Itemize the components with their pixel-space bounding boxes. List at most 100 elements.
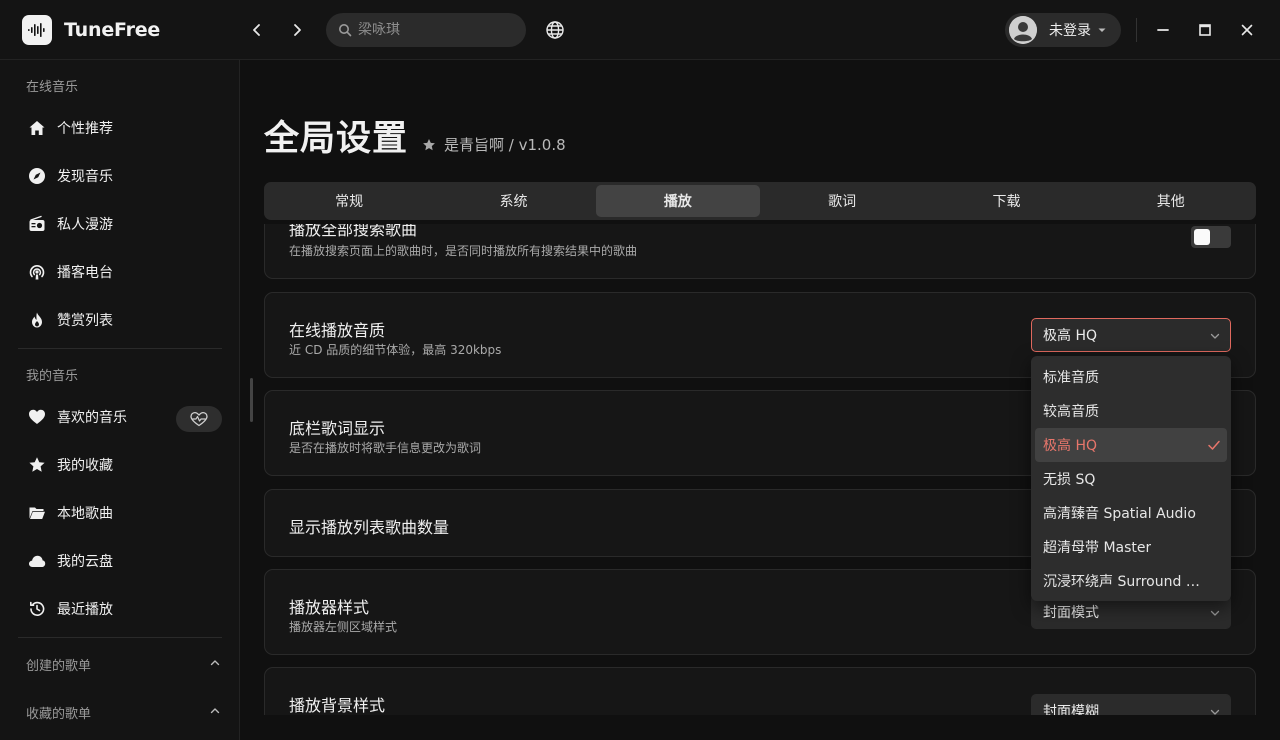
star-icon	[27, 455, 47, 475]
user-menu[interactable]: 未登录	[1005, 13, 1121, 47]
heartbeat-mode-button[interactable]	[176, 406, 222, 432]
sidebar-item-label: 喜欢的音乐	[57, 410, 127, 426]
chevron-right-icon	[290, 23, 304, 37]
tab-system[interactable]: 系统	[431, 185, 595, 217]
setting-desc: 近 CD 品质的细节体验，最高 320kbps	[289, 343, 502, 357]
sidebar-item-appreciation[interactable]: 赞赏列表	[18, 300, 222, 340]
sidebar-item-label: 私人漫游	[57, 217, 113, 233]
search-input[interactable]	[358, 22, 508, 38]
quality-option[interactable]: 沉浸环绕声 Surround Audio	[1035, 564, 1227, 598]
setting-title: 播放全部搜索歌曲	[289, 224, 418, 239]
collected-playlists-toggle[interactable]: 收藏的歌单	[18, 698, 222, 726]
brand[interactable]: TuneFree	[22, 15, 160, 45]
check-icon	[1207, 438, 1221, 452]
option-label: 超清母带 Master	[1043, 540, 1152, 556]
minimize-button[interactable]	[1151, 18, 1175, 42]
sidebar-section-online: 在线音乐	[26, 80, 79, 95]
tab-lyrics[interactable]: 歌词	[760, 185, 924, 217]
setting-title: 播放背景样式	[289, 696, 386, 715]
play-all-search-toggle[interactable]	[1191, 226, 1231, 248]
sidebar-item-local[interactable]: 本地歌曲	[18, 493, 222, 533]
collected-playlists-label: 收藏的歌单	[26, 706, 92, 722]
settings-tabs: 常规 系统 播放 歌词 下载 其他	[264, 182, 1256, 220]
sidebar-item-liked[interactable]: 喜欢的音乐	[18, 397, 168, 437]
setting-play-all-search: 播放全部搜索歌曲 在播放搜索页面上的歌曲时，是否同时播放所有搜索结果中的歌曲	[264, 224, 1256, 279]
sidebar-divider	[18, 637, 222, 638]
minimize-icon	[1156, 23, 1170, 37]
sidebar-item-label: 本地歌曲	[57, 506, 113, 522]
player-bg-select[interactable]: 封面模糊	[1031, 694, 1231, 715]
star-icon	[422, 138, 436, 152]
sidebar: 在线音乐 个性推荐 发现音乐 私人漫游 播客电台 赞赏列表 我的音乐 喜欢的音乐…	[0, 60, 240, 740]
quality-option[interactable]: 较高音质	[1035, 394, 1227, 428]
chevron-down-icon	[1210, 331, 1220, 341]
topbar-divider	[1136, 18, 1137, 42]
online-quality-select[interactable]: 极高 HQ	[1031, 318, 1231, 352]
option-label: 无损 SQ	[1043, 472, 1096, 488]
page-subtitle: 是青旨啊 / v1.0.8	[422, 134, 566, 155]
history-icon	[27, 599, 47, 619]
sidebar-item-recent[interactable]: 最近播放	[18, 589, 222, 629]
toggle-knob	[1194, 229, 1210, 245]
setting-title: 在线播放音质	[289, 321, 386, 340]
setting-desc: 在播放搜索页面上的歌曲时，是否同时播放所有搜索结果中的歌曲	[289, 244, 638, 258]
select-value: 封面模式	[1043, 605, 1099, 621]
sidebar-item-label: 个性推荐	[57, 121, 113, 137]
sidebar-item-discover[interactable]: 发现音乐	[18, 156, 222, 196]
search-icon	[338, 23, 352, 37]
option-label: 较高音质	[1043, 404, 1099, 420]
quality-option[interactable]: 超清母带 Master	[1035, 530, 1227, 564]
heart-icon	[27, 407, 47, 427]
radio-icon	[27, 214, 47, 234]
sidebar-item-label: 发现音乐	[57, 169, 113, 185]
setting-title: 显示播放列表歌曲数量	[289, 518, 450, 537]
sidebar-item-label: 播客电台	[57, 265, 113, 281]
forward-button[interactable]	[285, 18, 309, 42]
search-box[interactable]	[326, 13, 526, 47]
maximize-button[interactable]	[1193, 18, 1217, 42]
quality-option[interactable]: 无损 SQ	[1035, 462, 1227, 496]
tab-playback[interactable]: 播放	[595, 185, 760, 217]
sidebar-item-label: 最近播放	[57, 602, 113, 618]
sidebar-item-recommend[interactable]: 个性推荐	[18, 108, 222, 148]
globe-icon	[545, 20, 565, 40]
sidebar-item-collection[interactable]: 我的收藏	[18, 445, 222, 485]
close-button[interactable]	[1235, 18, 1259, 42]
select-value: 封面模糊	[1043, 704, 1099, 715]
avatar	[1009, 16, 1037, 44]
caret-down-icon	[1097, 25, 1107, 35]
maximize-icon	[1198, 23, 1212, 37]
app-name: TuneFree	[64, 19, 161, 41]
quality-option[interactable]: 高清臻音 Spatial Audio	[1035, 496, 1227, 530]
folder-icon	[27, 503, 47, 523]
setting-title: 底栏歌词显示	[289, 419, 386, 438]
sidebar-item-cloud[interactable]: 我的云盘	[18, 541, 222, 581]
language-button[interactable]	[543, 18, 567, 42]
setting-desc: 是否在播放时将歌手信息更改为歌词	[289, 441, 482, 455]
tab-download[interactable]: 下载	[924, 185, 1088, 217]
option-label: 标准音质	[1043, 370, 1099, 386]
chevron-up-icon	[210, 658, 220, 668]
quality-option[interactable]: 标准音质	[1035, 360, 1227, 394]
tab-general[interactable]: 常规	[267, 185, 431, 217]
podcast-icon	[27, 262, 47, 282]
sidebar-section-mine: 我的音乐	[26, 369, 79, 384]
sidebar-item-fm[interactable]: 私人漫游	[18, 204, 222, 244]
sidebar-item-label: 赞赏列表	[57, 313, 113, 329]
sidebar-item-label: 我的收藏	[57, 458, 113, 474]
user-name: 未登录	[1049, 23, 1091, 39]
chevron-left-icon	[250, 23, 264, 37]
back-button[interactable]	[245, 18, 269, 42]
online-quality-dropdown: 标准音质 较高音质 极高 HQ 无损 SQ 高清臻音 Spatial Audio…	[1031, 356, 1231, 601]
created-playlists-toggle[interactable]: 创建的歌单	[18, 650, 222, 678]
tab-other[interactable]: 其他	[1089, 185, 1253, 217]
sidebar-item-label: 我的云盘	[57, 554, 113, 570]
user-icon	[1009, 16, 1037, 44]
heartbeat-icon	[189, 411, 209, 427]
page-title: 全局设置	[264, 119, 409, 159]
sidebar-item-podcast[interactable]: 播客电台	[18, 252, 222, 292]
chevron-up-icon	[210, 706, 220, 716]
sidebar-resize-handle[interactable]	[250, 378, 253, 422]
chevron-down-icon	[1210, 608, 1220, 618]
quality-option-selected[interactable]: 极高 HQ	[1035, 428, 1227, 462]
